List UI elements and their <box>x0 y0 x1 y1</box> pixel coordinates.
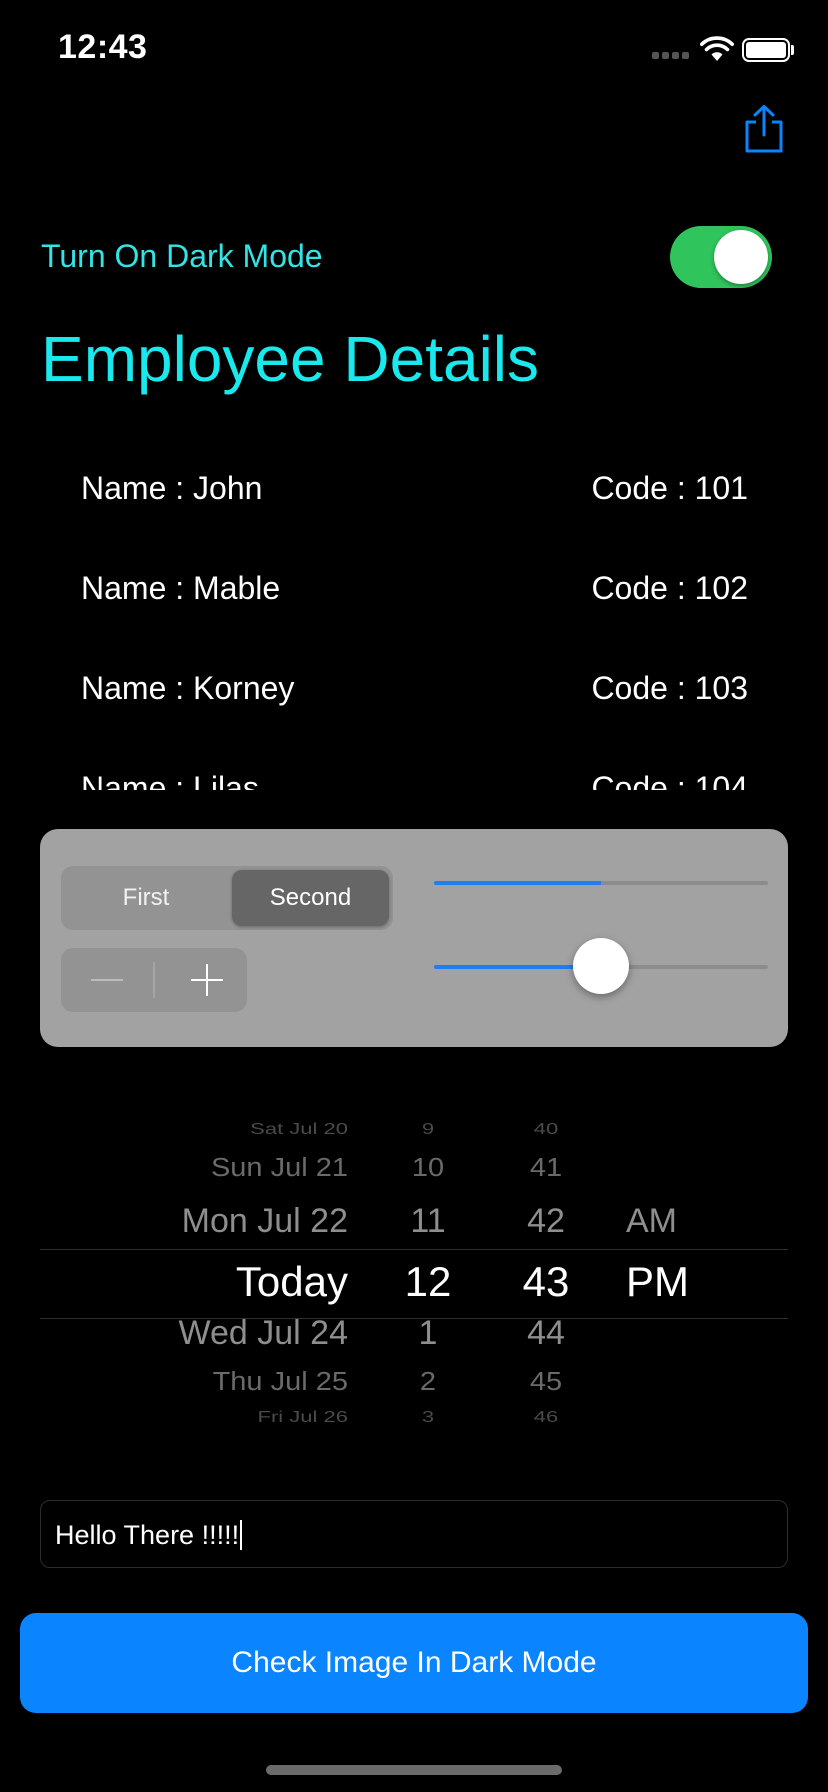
toggle-knob <box>714 230 768 284</box>
picker-hour-selected[interactable]: 12 <box>368 1258 488 1306</box>
picker-period-selected[interactable]: PM <box>626 1258 689 1306</box>
picker-date[interactable]: Sat Jul 20 <box>250 1120 348 1139</box>
date-picker[interactable]: Sat Jul 20 Sun Jul 21 Mon Jul 22 Today Wed J… <box>40 1100 788 1460</box>
progress-bar <box>434 881 768 885</box>
slider-thumb[interactable] <box>573 938 629 994</box>
segment-first[interactable]: First <box>65 870 227 926</box>
battery-tip <box>791 45 794 55</box>
employee-name: Name : John <box>81 470 263 506</box>
plus-icon[interactable] <box>191 964 223 996</box>
employee-code: Code : 102 <box>591 570 748 606</box>
picker-minute[interactable]: 44 <box>486 1314 606 1353</box>
employee-table[interactable]: Name : John Code : 101 Name : Mable Code… <box>0 440 828 790</box>
table-row[interactable]: Name : John Code : 101 <box>0 440 828 540</box>
picker-date-selected[interactable]: Today <box>236 1258 348 1306</box>
picker-date[interactable]: Fri Jul 26 <box>258 1408 348 1427</box>
picker-hour[interactable]: 9 <box>368 1120 488 1139</box>
segmented-control[interactable]: First Second <box>61 866 393 930</box>
picker-hour[interactable]: 3 <box>368 1408 488 1427</box>
employee-code: Code : 101 <box>591 470 748 506</box>
picker-minute[interactable]: 40 <box>486 1120 606 1139</box>
segment-second[interactable]: Second <box>232 870 389 926</box>
picker-date[interactable]: Mon Jul 22 <box>182 1202 348 1241</box>
text-field-value: Hello There !!!!! <box>55 1520 240 1550</box>
picker-hour[interactable]: 10 <box>368 1154 488 1184</box>
battery-icon <box>742 38 790 62</box>
stepper-divider <box>153 962 155 998</box>
picker-date[interactable]: Thu Jul 25 <box>213 1368 348 1398</box>
check-image-button[interactable]: Check Image In Dark Mode <box>20 1613 808 1713</box>
employee-code: Code : 104 <box>591 770 748 790</box>
dark-mode-label: Turn On Dark Mode <box>41 238 323 274</box>
share-icon[interactable] <box>742 104 786 154</box>
picker-hour[interactable]: 2 <box>368 1368 488 1398</box>
employee-code: Code : 103 <box>591 670 748 706</box>
dark-mode-toggle[interactable] <box>670 226 772 288</box>
text-caret <box>240 1520 243 1550</box>
picker-minute[interactable]: 45 <box>486 1368 606 1398</box>
selection-line-top <box>40 1249 788 1250</box>
picker-hour[interactable]: 1 <box>368 1314 488 1353</box>
progress-fill <box>434 881 601 885</box>
cellular-signal-icon <box>652 52 689 59</box>
picker-date[interactable]: Sun Jul 21 <box>211 1154 348 1184</box>
home-indicator <box>266 1765 562 1775</box>
table-row[interactable]: Name : Mable Code : 102 <box>0 540 828 640</box>
status-time: 12:43 <box>58 28 148 66</box>
picker-minute-selected[interactable]: 43 <box>486 1258 606 1306</box>
table-row[interactable]: Name : Korney Code : 103 <box>0 640 828 740</box>
slider[interactable] <box>434 936 768 996</box>
table-row[interactable]: Name : Lilas Code : 104 <box>0 740 828 790</box>
picker-minute[interactable]: 46 <box>486 1408 606 1427</box>
employee-name: Name : Mable <box>81 570 281 606</box>
stepper[interactable] <box>61 948 247 1012</box>
minus-icon[interactable] <box>91 979 123 981</box>
picker-date[interactable]: Wed Jul 24 <box>179 1314 348 1353</box>
employee-name: Name : Lilas <box>81 770 259 790</box>
employee-name: Name : Korney <box>81 670 295 706</box>
picker-minute[interactable]: 42 <box>486 1202 606 1241</box>
picker-period[interactable]: AM <box>626 1202 677 1241</box>
page-title: Employee Details <box>41 323 539 395</box>
picker-minute[interactable]: 41 <box>486 1154 606 1184</box>
message-text-field[interactable]: Hello There !!!!! <box>40 1500 788 1568</box>
picker-hour[interactable]: 11 <box>368 1202 488 1241</box>
wifi-icon <box>700 36 734 61</box>
